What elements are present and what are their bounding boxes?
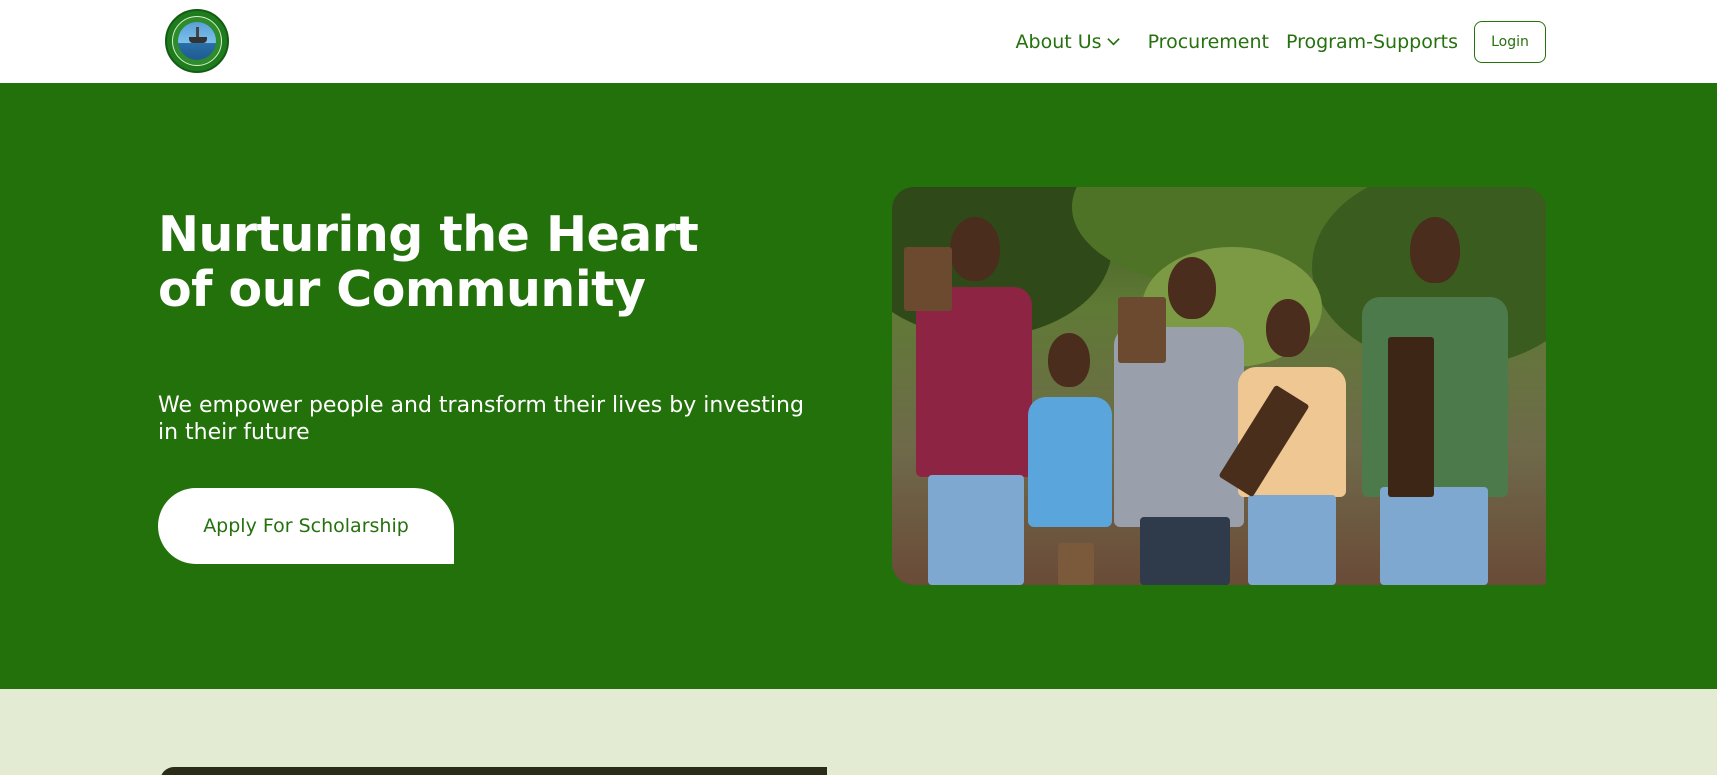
logo-boat [189,37,207,43]
site-logo[interactable] [165,9,229,73]
site-header: About Us Procurement Program-Supports Lo… [0,0,1717,83]
person-maroon-shirt [916,287,1032,477]
person-green-shirt [1362,297,1508,497]
person-jeans [1140,517,1230,585]
nav-about-us[interactable]: About Us [1016,31,1121,53]
login-button[interactable]: Login [1474,20,1546,63]
wooden-plank [1118,297,1166,363]
nav-procurement[interactable]: Procurement [1148,31,1269,53]
person-head [1048,333,1090,387]
wooden-plank [1388,337,1434,497]
lower-section [0,689,1717,775]
person-head [1168,257,1216,319]
hero-photo [892,187,1546,585]
hero-title: Nurturing the Heart of our Community [158,206,699,318]
wooden-plank [904,247,952,311]
person-jeans [928,475,1024,585]
person-blue-shirt [1028,397,1112,527]
person-head [1410,217,1460,283]
wooden-plank [1058,543,1094,585]
person-jeans [1380,487,1488,585]
lower-section-image [160,767,827,775]
apply-scholarship-button[interactable]: Apply For Scholarship [158,488,454,564]
hero-section: Nurturing the Heart of our Community We … [0,83,1717,689]
nav-about-us-label: About Us [1015,30,1102,53]
person-jeans [1248,495,1336,585]
hero-subtitle: We empower people and transform their li… [158,393,804,445]
person-head [950,217,1000,281]
chevron-down-icon [1106,38,1120,46]
main-nav: About Us Procurement Program-Supports Lo… [1016,0,1546,83]
nav-program-supports[interactable]: Program-Supports [1286,31,1458,53]
person-head [1266,299,1310,357]
